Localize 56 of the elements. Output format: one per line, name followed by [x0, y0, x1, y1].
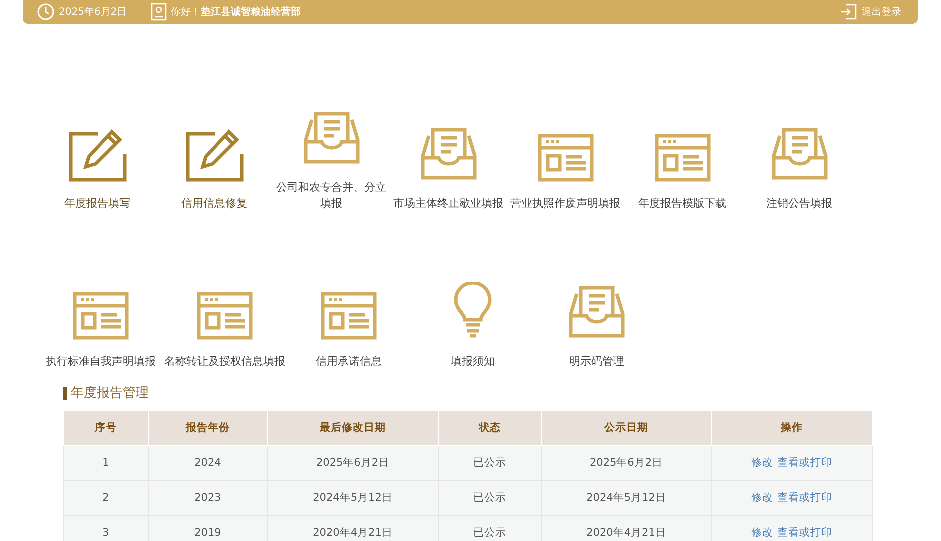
menu-item[interactable]: 注销公告填报 [741, 126, 858, 212]
table-cell: 2020年4月21日 [542, 516, 712, 541]
section-marker [63, 386, 67, 400]
inbox-tray-icon [770, 126, 830, 182]
menu-item[interactable]: 年度报告模版下载 [624, 132, 741, 212]
inbox-tray-icon [567, 284, 627, 340]
table-cell: 2024年5月12日 [268, 480, 438, 516]
table-cell: 2025年6月2日 [268, 446, 438, 480]
view-print-link[interactable]: 查看或打印 [778, 492, 832, 504]
table-cell: 已公示 [438, 480, 542, 516]
menu-item[interactable]: 年度报告填写 [39, 126, 156, 212]
table-cell: 3 [64, 516, 148, 541]
menu-item[interactable]: 填报须知 [411, 282, 535, 370]
menu-item[interactable]: 名称转让及授权信息填报 [163, 290, 287, 370]
table-cell: 2023 [148, 480, 268, 516]
table-cell: 2 [64, 480, 148, 516]
table-cell: 2025年6月2日 [542, 446, 712, 480]
clock-icon [37, 3, 55, 21]
column-header: 公示日期 [542, 410, 712, 446]
lightbulb-icon [453, 282, 493, 340]
edit-link[interactable]: 修改 [752, 457, 774, 469]
view-print-link[interactable]: 查看或打印 [778, 527, 832, 539]
table-cell: 1 [64, 446, 148, 480]
table-cell: 已公示 [438, 516, 542, 541]
browser-window-icon [195, 290, 255, 340]
column-header: 状态 [438, 410, 542, 446]
menu-item[interactable]: 信用承诺信息 [287, 290, 411, 370]
column-header: 最后修改日期 [268, 410, 438, 446]
view-print-link[interactable]: 查看或打印 [778, 457, 832, 469]
browser-window-icon [319, 290, 379, 340]
browser-window-icon [652, 132, 712, 182]
date-text: 2025年6月2日 [59, 6, 128, 19]
inbox-tray-icon [418, 126, 478, 182]
column-header: 序号 [64, 410, 148, 446]
table-cell: 2019 [148, 516, 268, 541]
table-cell: 2024年5月12日 [542, 480, 712, 516]
menu-item[interactable]: 明示码管理 [535, 284, 659, 370]
edit-link[interactable]: 修改 [752, 492, 774, 504]
table-cell: 2020年4月21日 [268, 516, 438, 541]
browser-window-icon [536, 132, 596, 182]
menu-item[interactable]: 公司和农专合并、分立填报 [273, 110, 390, 212]
menu-item[interactable]: 市场主体终止歇业填报 [390, 126, 507, 212]
table-cell: 2024 [148, 446, 268, 480]
section-title: 年度报告管理 [71, 385, 149, 402]
column-header: 报告年份 [148, 410, 268, 446]
menu-item[interactable]: 执行标准自我声明填报 [39, 290, 163, 370]
menu-item[interactable]: 信用信息修复 [156, 126, 273, 212]
greeting-text: 你好！垫江县诚智粮油经营部 [171, 6, 302, 19]
edit-link[interactable]: 修改 [752, 527, 774, 539]
logout-icon [840, 3, 858, 21]
user-icon [151, 3, 168, 21]
menu-item[interactable]: 营业执照作废声明填报 [507, 132, 624, 212]
table-cell: 已公示 [438, 446, 542, 480]
inbox-tray-icon [302, 110, 362, 166]
browser-window-icon [71, 290, 131, 340]
column-header: 操作 [712, 410, 872, 446]
